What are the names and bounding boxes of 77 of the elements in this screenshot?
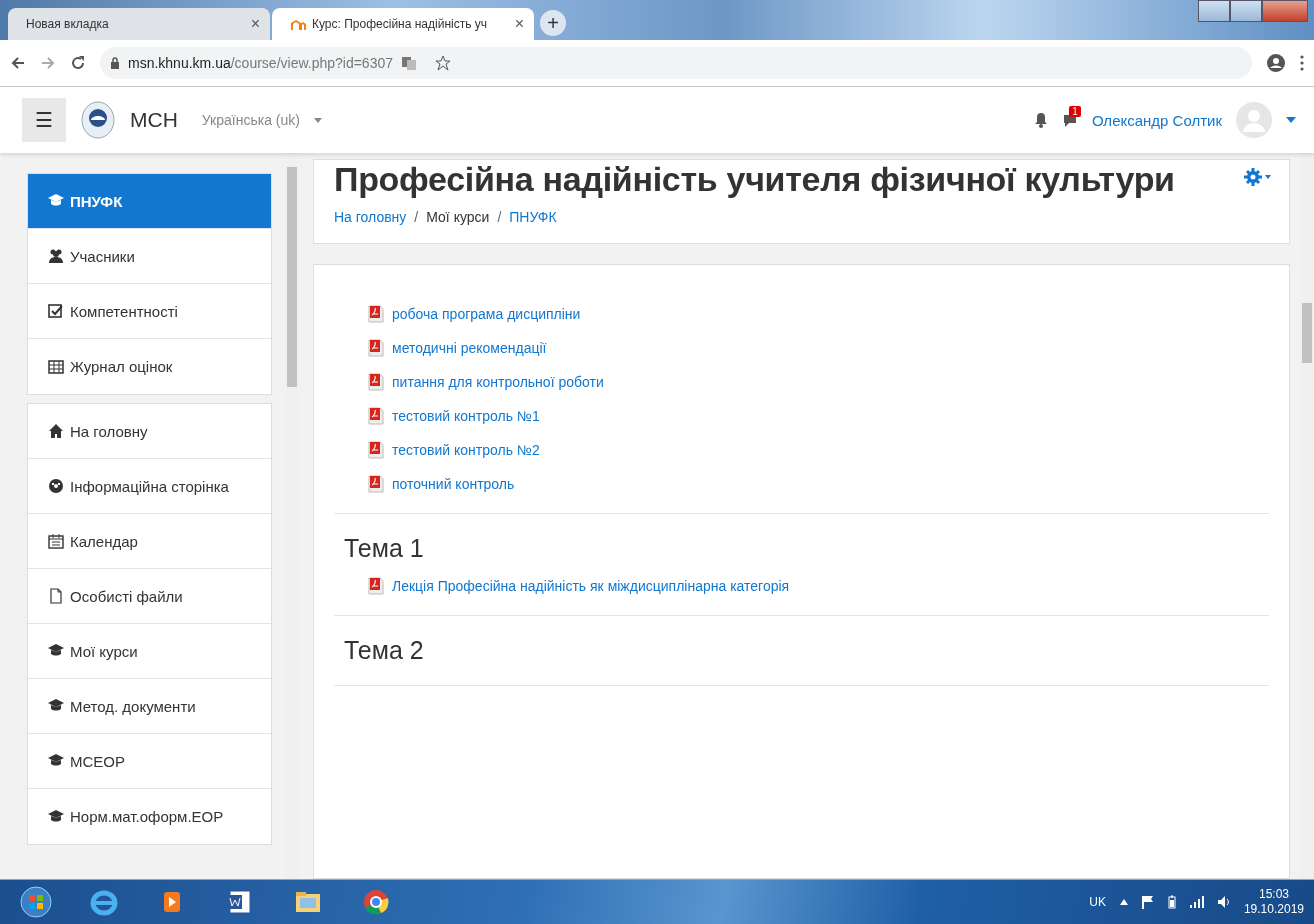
pdf-file-icon [368,373,384,391]
show-hidden-icons-icon[interactable] [1119,899,1128,905]
pdf-file-icon [368,475,384,493]
sidebar-item[interactable]: Метод. документи [28,679,271,734]
translate-icon[interactable] [401,55,417,71]
sidebar-item[interactable]: ПНУФК [28,174,271,229]
resource-link[interactable]: Лекція Професійна надійність як міждисциплінарна категорія [344,577,1269,595]
pdf-file-icon [368,407,384,425]
sidebar-item[interactable]: Журнал оцінок [28,339,271,394]
url-text: msn.khnu.km.ua/course/view.php?id=6307 [128,55,393,71]
settings-menu-button[interactable] [1244,168,1271,186]
close-tab-button[interactable]: × [514,15,524,33]
site-logo-icon[interactable] [80,100,116,140]
sidebar-item[interactable]: Норм.мат.оформ.ЕОР [28,789,271,844]
resource-link[interactable]: тестовий контроль №1 [344,407,1269,425]
resource-link[interactable]: робоча програма дисципліни [344,305,1269,323]
moodle-logo-icon [290,18,306,30]
breadcrumb-text: Мої курси [426,209,490,225]
resource-link[interactable]: тестовий контроль №2 [344,441,1269,459]
language-menu[interactable]: Українська (uk) [201,112,300,128]
window-controls-drawing[interactable] [1198,0,1308,22]
users-icon [48,248,64,264]
pdf-file-icon [368,339,384,357]
user-name[interactable]: Олександр Солтик [1091,111,1222,129]
sidebar-item[interactable]: Компетентності [28,284,271,339]
star-icon[interactable] [435,55,451,71]
more-icon[interactable] [1300,55,1304,71]
dropdown-caret-icon[interactable] [1286,117,1296,123]
resource-link[interactable]: методичні рекомендації [344,339,1269,357]
settings-icon [1244,168,1262,186]
back-icon[interactable] [10,55,26,71]
sidebar-item[interactable]: Мої курси [28,624,271,679]
sidebar-item[interactable]: Календар [28,514,271,569]
breadcrumb-separator: / [497,209,502,225]
file-icon [48,588,64,604]
start-button[interactable] [20,886,52,918]
breadcrumb-link[interactable]: На головну [334,209,407,225]
account-icon[interactable] [1266,53,1286,73]
site-name[interactable]: МСН [130,108,178,132]
pdf-file-icon [368,441,384,459]
breadcrumb-link[interactable]: ПНУФК [509,209,557,225]
battery-icon[interactable] [1167,895,1176,909]
pdf-file-icon [368,305,384,323]
sidebar-item[interactable]: Учасники [28,229,271,284]
new-tab-button[interactable]: + [540,10,566,36]
reload-icon[interactable] [70,55,86,71]
bell-icon[interactable] [1033,112,1048,128]
dropdown-caret-icon[interactable] [313,117,322,123]
flag-icon[interactable] [1141,895,1154,909]
dashboard-icon [48,478,64,494]
address-field[interactable]: msn.khnu.km.ua/course/view.php?id=6307 [100,47,1252,79]
home-icon [48,423,64,439]
signal-icon[interactable] [1189,896,1204,908]
clock[interactable]: 15:03 19.10.2019 [1243,887,1304,917]
menu-button[interactable]: ☰ [22,98,66,142]
close-tab-button[interactable]: × [250,15,260,33]
sidebar-item[interactable]: Інформаційна сторінка [28,459,271,514]
checkbox-icon [48,303,64,319]
browser-tab[interactable]: Новая вкладка × [8,8,270,40]
table-icon [48,358,64,375]
caret-icon [1265,175,1271,179]
message-count-badge: 1 [1069,106,1081,117]
sidebar-item[interactable]: МСЕОР [28,734,271,789]
course-title: Професійна надійність учителя фізичної культури [334,160,1175,199]
calendar-icon [48,533,64,549]
sidebar-item[interactable]: Особисті файли [28,569,271,624]
keyboard-language[interactable]: UK [1089,895,1106,909]
sidebar-item[interactable]: На головну [28,404,271,459]
resource-link[interactable]: питання для контрольної роботи [344,373,1269,391]
breadcrumb-separator: / [414,209,419,225]
section-title: Тема 1 [344,534,425,563]
lock-icon [110,57,120,69]
volume-icon[interactable] [1217,896,1230,908]
browser-tab[interactable]: Курс: Професійна надійність уч × [272,8,534,40]
pdf-file-icon [368,577,384,595]
resource-link[interactable]: поточний контроль [344,475,1269,493]
section-title: Тема 2 [344,636,425,665]
